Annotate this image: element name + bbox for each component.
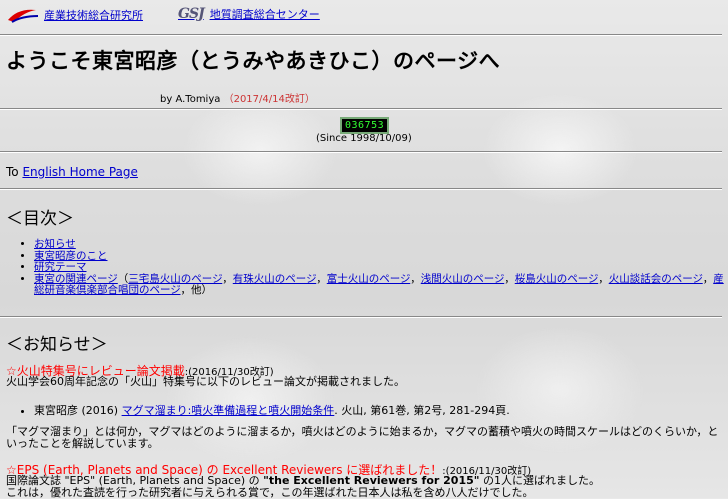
toc-link-news[interactable]: お知らせ	[34, 238, 76, 250]
byline: by A.Tomiya （2017/4/14改訂）	[160, 90, 315, 105]
link-usu[interactable]: 有珠火山のページ	[233, 273, 316, 285]
paren: （	[117, 272, 129, 285]
link-fuji[interactable]: 富士火山のページ	[327, 273, 410, 285]
list-item: お知らせ	[34, 238, 724, 251]
news-line: これは，優れた査読を行った研究者に与えられる賞で，この年選ばれた日本人は私を含め…	[6, 486, 534, 499]
separator: ，	[598, 272, 609, 285]
counter-since: (Since 1998/10/09)	[316, 133, 412, 144]
list-item: 東宮昭彦 (2016) マグマ溜まり:噴火準備過程と噴火開始条件. 火山, 第6…	[34, 402, 510, 418]
separator: ，	[222, 272, 233, 285]
divider	[0, 188, 722, 190]
toc-link-related[interactable]: 東宮の関連ページ	[34, 273, 118, 285]
separator: ，	[410, 272, 421, 285]
toc-heading: ＜目次＞	[6, 209, 74, 229]
separator: ，	[504, 272, 515, 285]
news-heading: ＜お知らせ＞	[6, 335, 108, 355]
english-home-link[interactable]: English Home Page	[22, 165, 137, 179]
link-asama[interactable]: 浅間火山のページ	[421, 273, 504, 285]
list-item: 東宮昭彦のこと	[34, 250, 724, 263]
news-intro: 火山学会60周年記念の「火山」特集号に以下のレビュー論文が掲載されました。	[6, 375, 405, 388]
divider	[0, 316, 722, 318]
divider	[0, 108, 722, 110]
aist-swoosh-icon	[8, 9, 39, 23]
table-of-contents: お知らせ 東宮昭彦のこと 研究テーマ 東宮の関連ページ（三宅島火山のページ，有珠…	[22, 238, 724, 297]
separator: ，	[316, 272, 327, 285]
toc-link-about[interactable]: 東宮昭彦のこと	[34, 250, 108, 262]
revision-date: （2017/4/14改訂）	[223, 94, 315, 105]
divider	[0, 34, 722, 36]
divider	[0, 151, 722, 153]
gsj-label: 地質調査総合センター	[209, 8, 320, 21]
english-prefix: To	[6, 165, 23, 179]
gsj-logo-link[interactable]: GSJ 地質調査総合センター	[178, 6, 320, 22]
access-counter: 036753	[340, 117, 390, 134]
site-header: 産業技術総合研究所 GSJ 地質調査総合センター	[6, 6, 722, 30]
ref-title-link[interactable]: マグマ溜まり:噴火準備過程と噴火開始条件	[122, 404, 335, 417]
link-miyakejima[interactable]: 三宅島火山のページ	[128, 273, 222, 285]
ref-author: 東宮昭彦 (2016)	[34, 404, 122, 417]
news-body: 「マグマ溜まり」とは何か，マグマはどのように溜まるか，噴火はどのように始まるか，…	[6, 425, 719, 450]
paren-close: ，他）	[180, 284, 212, 296]
link-volcano-colloquium[interactable]: 火山談話会のページ	[609, 273, 703, 285]
list-item: 東宮の関連ページ（三宅島火山のページ，有珠火山のページ，富士火山のページ，浅間火…	[34, 272, 724, 297]
aist-label: 産業技術総合研究所	[44, 9, 143, 22]
author-name: by A.Tomiya	[160, 94, 221, 105]
page-title: ようこそ東宮昭彦（とうみやあきひこ）のページへ	[6, 49, 501, 73]
reference-list: 東宮昭彦 (2016) マグマ溜まり:噴火準備過程と噴火開始条件. 火山, 第6…	[22, 402, 510, 418]
ref-citation: . 火山, 第61巻, 第2号, 281-294頁.	[334, 404, 510, 417]
gsj-mark-icon: GSJ	[178, 6, 205, 22]
toc-link-research[interactable]: 研究テーマ	[34, 261, 87, 273]
link-sakurajima[interactable]: 桜島火山のページ	[515, 273, 598, 285]
english-link-line: To English Home Page	[6, 165, 138, 179]
aist-logo-link[interactable]: 産業技術総合研究所	[6, 6, 143, 24]
separator: ，	[702, 272, 714, 285]
